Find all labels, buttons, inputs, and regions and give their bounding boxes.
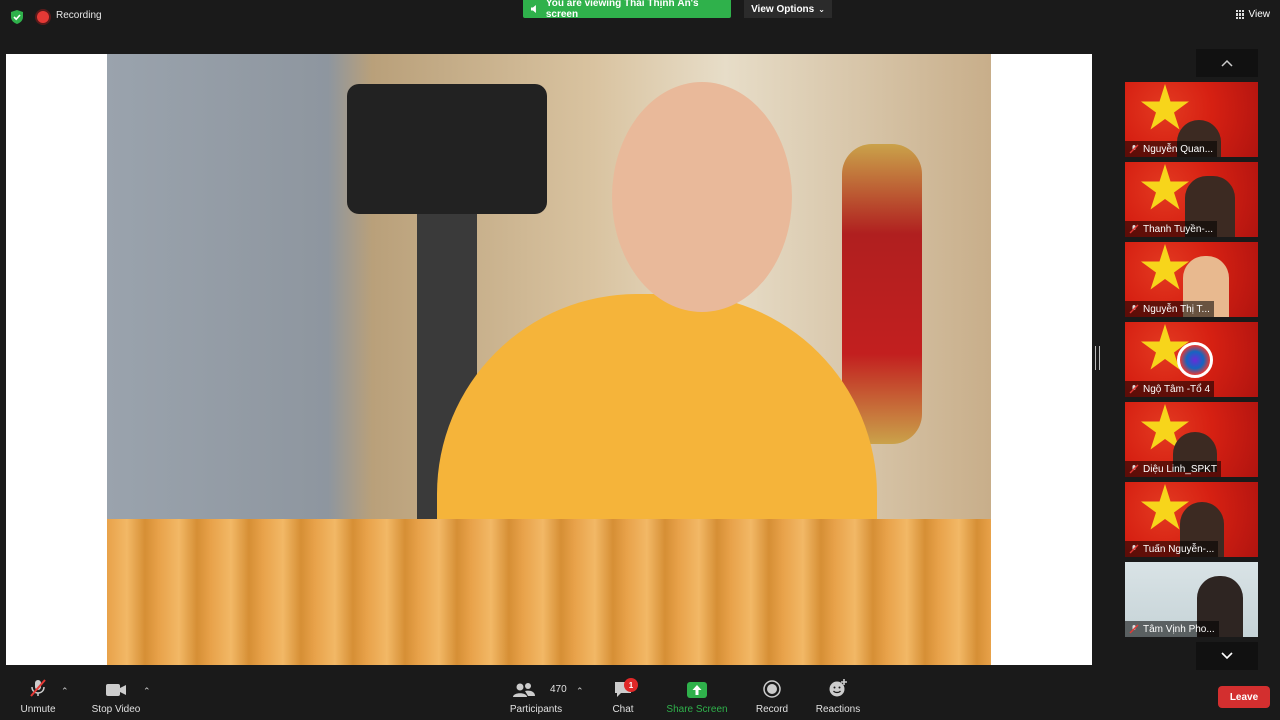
smiley-add-icon	[829, 679, 847, 697]
unmute-button[interactable]: Unmute	[16, 672, 60, 720]
participants-icon	[513, 683, 535, 697]
panel-resize-handle[interactable]	[1095, 346, 1100, 370]
participant-tile[interactable]: Tuấn Nguyễn-...	[1125, 482, 1258, 557]
security-shield-icon[interactable]	[10, 10, 24, 24]
mic-muted-icon	[1129, 224, 1139, 234]
table-skirt-shape	[107, 519, 991, 665]
view-button[interactable]: View	[1235, 9, 1271, 20]
recording-indicator-icon	[37, 11, 49, 23]
participants-count: 470	[550, 684, 567, 695]
mic-muted-icon	[1129, 464, 1139, 474]
lantern-shape	[842, 144, 922, 444]
participant-name: Diệu Linh_SPKT	[1125, 461, 1221, 477]
participant-name-text: Tuấn Nguyễn-...	[1143, 543, 1215, 555]
stop-video-label: Stop Video	[91, 704, 141, 715]
video-options-caret-icon[interactable]: ⌃	[143, 686, 151, 697]
video-camera-icon	[106, 684, 126, 696]
viewing-banner-text: You are viewing Thái Thịnh Ân's screen	[545, 0, 699, 20]
participant-name: Nguyễn Quan...	[1125, 141, 1218, 157]
participant-tile[interactable]: Diệu Linh_SPKT	[1125, 402, 1258, 477]
participant-tile[interactable]: Thanh Tuyền-...	[1125, 162, 1258, 237]
participant-name: Thanh Tuyền-...	[1125, 221, 1218, 237]
participant-tile[interactable]: Tâm Vịnh Pho...	[1125, 562, 1258, 637]
record-label: Record	[755, 704, 789, 715]
speaker-head-shape	[612, 82, 792, 312]
share-screen-label: Share Screen	[666, 704, 728, 715]
top-bar: Recording You are viewing Thái Thịnh Ân'…	[0, 0, 1280, 34]
mic-muted-icon	[1129, 144, 1139, 154]
participant-name-text: Nguyễn Thị T...	[1143, 303, 1210, 315]
reactions-label: Reactions	[815, 704, 861, 715]
stop-video-button[interactable]: Stop Video	[88, 672, 144, 720]
participant-name-text: Thanh Tuyền-...	[1143, 223, 1214, 235]
participant-name: Tuấn Nguyễn-...	[1125, 541, 1219, 557]
speaker-icon	[530, 5, 536, 13]
chevron-down-icon: ⌄	[818, 4, 825, 14]
participant-name-text: Tâm Vịnh Pho...	[1143, 623, 1215, 635]
mic-muted-icon	[1129, 624, 1139, 634]
chevron-down-icon	[1221, 652, 1233, 660]
participant-tile[interactable]: Nguyễn Thị T...	[1125, 242, 1258, 317]
shared-screen	[6, 54, 1092, 665]
meeting-toolbar: Unmute ⌃ Stop Video ⌃ Participants 470 ⌃…	[0, 672, 1280, 720]
flag-star-icon	[1141, 164, 1189, 210]
gallery-scroll-down-button[interactable]	[1196, 642, 1258, 670]
participant-name-text: Nguyễn Quan...	[1143, 143, 1214, 155]
participant-name: Ngộ Tâm -Tổ 4	[1125, 381, 1215, 397]
viewing-screen-banner: You are viewing Thái Thịnh Ân's screen	[523, 0, 731, 20]
profile-avatar	[1177, 342, 1213, 378]
view-label: View	[1248, 9, 1271, 20]
chevron-up-icon	[1221, 59, 1233, 67]
recording-label: Recording	[56, 10, 102, 21]
share-screen-icon	[687, 682, 707, 698]
mic-muted-icon	[30, 679, 46, 697]
participant-name-text: Diệu Linh_SPKT	[1143, 463, 1217, 475]
audio-options-caret-icon[interactable]: ⌃	[61, 686, 69, 697]
record-button[interactable]: Record	[752, 672, 792, 720]
participant-name: Tâm Vịnh Pho...	[1125, 621, 1219, 637]
reactions-button[interactable]: Reactions	[814, 672, 862, 720]
shared-photo	[107, 54, 991, 665]
video-camera-shape	[347, 84, 547, 214]
grid-view-icon	[1235, 10, 1245, 19]
participant-tile[interactable]: Ngộ Tâm -Tổ 4	[1125, 322, 1258, 397]
gallery-scroll-up-button[interactable]	[1196, 49, 1258, 77]
participants-label: Participants	[509, 704, 563, 715]
participants-button[interactable]: Participants	[505, 672, 567, 720]
chat-label: Chat	[612, 704, 634, 715]
participant-name-text: Ngộ Tâm -Tổ 4	[1143, 383, 1211, 395]
share-screen-button[interactable]: Share Screen	[664, 672, 730, 720]
mic-muted-icon	[1129, 304, 1139, 314]
unmute-label: Unmute	[20, 704, 56, 715]
participant-name: Nguyễn Thị T...	[1125, 301, 1214, 317]
participant-tile[interactable]: Nguyễn Quan...	[1125, 82, 1258, 157]
mic-muted-icon	[1129, 384, 1139, 394]
participants-options-caret-icon[interactable]: ⌃	[576, 686, 584, 697]
view-options-button[interactable]: View Options ⌄	[744, 0, 832, 18]
mic-muted-icon	[1129, 544, 1139, 554]
record-icon	[763, 680, 781, 698]
chat-unread-badge: 1	[624, 678, 638, 692]
view-options-label: View Options	[751, 3, 815, 15]
speaker-robe-shape	[437, 294, 877, 534]
leave-button[interactable]: Leave	[1218, 686, 1270, 708]
